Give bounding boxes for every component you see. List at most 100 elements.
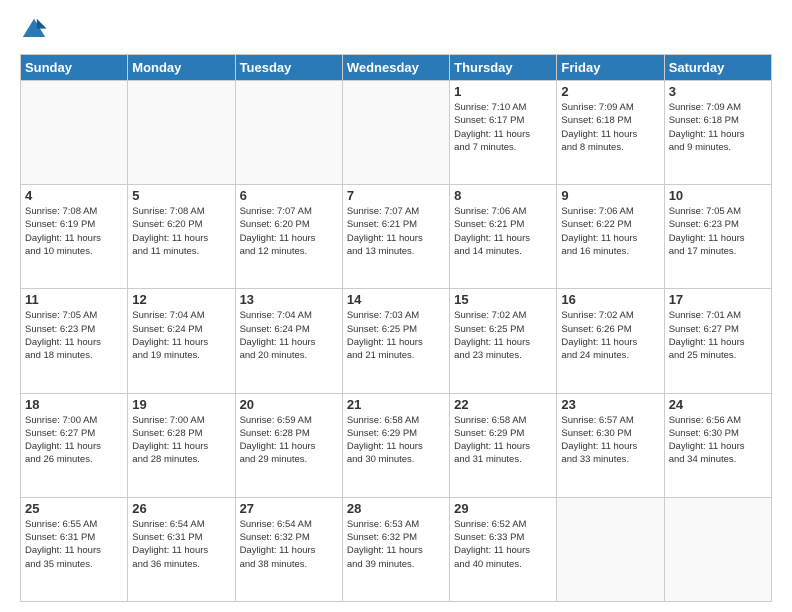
- day-info: Sunrise: 6:58 AM Sunset: 6:29 PM Dayligh…: [347, 414, 445, 467]
- calendar-week-row: 1 Sunrise: 7:10 AM Sunset: 6:17 PM Daylig…: [21, 81, 772, 185]
- day-info: Sunrise: 6:52 AM Sunset: 6:33 PM Dayligh…: [454, 518, 552, 571]
- day-number: 9: [561, 188, 659, 203]
- calendar-day-header: Friday: [557, 55, 664, 81]
- day-number: 25: [25, 501, 123, 516]
- calendar-day-header: Monday: [128, 55, 235, 81]
- calendar-table: SundayMondayTuesdayWednesdayThursdayFrid…: [20, 54, 772, 602]
- table-row: 15 Sunrise: 7:02 AM Sunset: 6:25 PM Dayli…: [450, 289, 557, 393]
- table-row: 5 Sunrise: 7:08 AM Sunset: 6:20 PM Daylig…: [128, 185, 235, 289]
- calendar-week-row: 4Sunrise: 7:08 AM Sunset: 6:19 PM Daylig…: [21, 185, 772, 289]
- day-info: Sunrise: 6:59 AM Sunset: 6:28 PM Dayligh…: [240, 414, 338, 467]
- page-header: [20, 16, 772, 44]
- table-row: 16 Sunrise: 7:02 AM Sunset: 6:26 PM Dayli…: [557, 289, 664, 393]
- day-info: Sunrise: 6:54 AM Sunset: 6:31 PM Dayligh…: [132, 518, 230, 571]
- day-number: 15: [454, 292, 552, 307]
- day-info: Sunrise: 6:55 AM Sunset: 6:31 PM Dayligh…: [25, 518, 123, 571]
- table-row: 25 Sunrise: 6:55 AM Sunset: 6:31 PM Dayli…: [21, 497, 128, 601]
- table-row: 10 Sunrise: 7:05 AM Sunset: 6:23 PM Dayli…: [664, 185, 771, 289]
- table-row: [235, 81, 342, 185]
- day-info: Sunrise: 7:02 AM Sunset: 6:25 PM Dayligh…: [454, 309, 552, 362]
- calendar-day-header: Thursday: [450, 55, 557, 81]
- day-info: Sunrise: 7:03 AM Sunset: 6:25 PM Dayligh…: [347, 309, 445, 362]
- calendar-header-row: SundayMondayTuesdayWednesdayThursdayFrid…: [21, 55, 772, 81]
- table-row: [128, 81, 235, 185]
- day-number: 17: [669, 292, 767, 307]
- table-row: 2 Sunrise: 7:09 AM Sunset: 6:18 PM Daylig…: [557, 81, 664, 185]
- day-info: Sunrise: 7:00 AM Sunset: 6:28 PM Dayligh…: [132, 414, 230, 467]
- day-number: 2: [561, 84, 659, 99]
- day-info: Sunrise: 7:00 AM Sunset: 6:27 PM Dayligh…: [25, 414, 123, 467]
- day-number: 27: [240, 501, 338, 516]
- day-number: 16: [561, 292, 659, 307]
- table-row: 19 Sunrise: 7:00 AM Sunset: 6:28 PM Dayli…: [128, 393, 235, 497]
- table-row: 6 Sunrise: 7:07 AM Sunset: 6:20 PM Daylig…: [235, 185, 342, 289]
- table-row: 26 Sunrise: 6:54 AM Sunset: 6:31 PM Dayli…: [128, 497, 235, 601]
- day-number: 13: [240, 292, 338, 307]
- table-row: 20 Sunrise: 6:59 AM Sunset: 6:28 PM Dayli…: [235, 393, 342, 497]
- day-info: Sunrise: 7:09 AM Sunset: 6:18 PM Dayligh…: [561, 101, 659, 154]
- day-info: Sunrise: 7:01 AM Sunset: 6:27 PM Dayligh…: [669, 309, 767, 362]
- logo: [20, 16, 52, 44]
- day-info: Sunrise: 7:07 AM Sunset: 6:20 PM Dayligh…: [240, 205, 338, 258]
- day-number: 23: [561, 397, 659, 412]
- day-info: Sunrise: 7:09 AM Sunset: 6:18 PM Dayligh…: [669, 101, 767, 154]
- day-number: 8: [454, 188, 552, 203]
- table-row: 22 Sunrise: 6:58 AM Sunset: 6:29 PM Dayli…: [450, 393, 557, 497]
- table-row: 3 Sunrise: 7:09 AM Sunset: 6:18 PM Daylig…: [664, 81, 771, 185]
- calendar-day-header: Wednesday: [342, 55, 449, 81]
- day-number: 10: [669, 188, 767, 203]
- day-info: Sunrise: 6:58 AM Sunset: 6:29 PM Dayligh…: [454, 414, 552, 467]
- day-number: 21: [347, 397, 445, 412]
- table-row: 12Sunrise: 7:04 AM Sunset: 6:24 PM Dayli…: [128, 289, 235, 393]
- table-row: 11 Sunrise: 7:05 AM Sunset: 6:23 PM Dayli…: [21, 289, 128, 393]
- day-number: 29: [454, 501, 552, 516]
- table-row: 17 Sunrise: 7:01 AM Sunset: 6:27 PM Dayli…: [664, 289, 771, 393]
- table-row: [21, 81, 128, 185]
- day-info: Sunrise: 6:54 AM Sunset: 6:32 PM Dayligh…: [240, 518, 338, 571]
- table-row: 13 Sunrise: 7:04 AM Sunset: 6:24 PM Dayli…: [235, 289, 342, 393]
- calendar-week-row: 25 Sunrise: 6:55 AM Sunset: 6:31 PM Dayli…: [21, 497, 772, 601]
- day-number: 18: [25, 397, 123, 412]
- calendar-week-row: 11 Sunrise: 7:05 AM Sunset: 6:23 PM Dayli…: [21, 289, 772, 393]
- calendar-day-header: Sunday: [21, 55, 128, 81]
- table-row: 28 Sunrise: 6:53 AM Sunset: 6:32 PM Dayli…: [342, 497, 449, 601]
- calendar-week-row: 18 Sunrise: 7:00 AM Sunset: 6:27 PM Dayli…: [21, 393, 772, 497]
- day-info: Sunrise: 6:57 AM Sunset: 6:30 PM Dayligh…: [561, 414, 659, 467]
- day-info: Sunrise: 7:05 AM Sunset: 6:23 PM Dayligh…: [669, 205, 767, 258]
- day-number: 28: [347, 501, 445, 516]
- day-number: 19: [132, 397, 230, 412]
- day-info: Sunrise: 7:08 AM Sunset: 6:20 PM Dayligh…: [132, 205, 230, 258]
- day-info: Sunrise: 6:56 AM Sunset: 6:30 PM Dayligh…: [669, 414, 767, 467]
- table-row: 23 Sunrise: 6:57 AM Sunset: 6:30 PM Dayli…: [557, 393, 664, 497]
- table-row: 21 Sunrise: 6:58 AM Sunset: 6:29 PM Dayli…: [342, 393, 449, 497]
- logo-icon: [20, 16, 48, 44]
- table-row: 1 Sunrise: 7:10 AM Sunset: 6:17 PM Daylig…: [450, 81, 557, 185]
- day-number: 11: [25, 292, 123, 307]
- day-number: 12: [132, 292, 230, 307]
- table-row: [664, 497, 771, 601]
- table-row: 4Sunrise: 7:08 AM Sunset: 6:19 PM Daylig…: [21, 185, 128, 289]
- table-row: 29 Sunrise: 6:52 AM Sunset: 6:33 PM Dayli…: [450, 497, 557, 601]
- day-number: 6: [240, 188, 338, 203]
- day-number: 26: [132, 501, 230, 516]
- day-number: 5: [132, 188, 230, 203]
- day-info: Sunrise: 6:53 AM Sunset: 6:32 PM Dayligh…: [347, 518, 445, 571]
- day-number: 24: [669, 397, 767, 412]
- day-number: 22: [454, 397, 552, 412]
- day-number: 7: [347, 188, 445, 203]
- table-row: 24 Sunrise: 6:56 AM Sunset: 6:30 PM Dayli…: [664, 393, 771, 497]
- day-info: Sunrise: 7:05 AM Sunset: 6:23 PM Dayligh…: [25, 309, 123, 362]
- day-number: 20: [240, 397, 338, 412]
- day-info: Sunrise: 7:08 AM Sunset: 6:19 PM Dayligh…: [25, 205, 123, 258]
- day-info: Sunrise: 7:06 AM Sunset: 6:22 PM Dayligh…: [561, 205, 659, 258]
- day-info: Sunrise: 7:07 AM Sunset: 6:21 PM Dayligh…: [347, 205, 445, 258]
- day-number: 1: [454, 84, 552, 99]
- day-info: Sunrise: 7:06 AM Sunset: 6:21 PM Dayligh…: [454, 205, 552, 258]
- table-row: [557, 497, 664, 601]
- day-info: Sunrise: 7:10 AM Sunset: 6:17 PM Dayligh…: [454, 101, 552, 154]
- day-info: Sunrise: 7:04 AM Sunset: 6:24 PM Dayligh…: [240, 309, 338, 362]
- table-row: 8 Sunrise: 7:06 AM Sunset: 6:21 PM Daylig…: [450, 185, 557, 289]
- day-info: Sunrise: 7:02 AM Sunset: 6:26 PM Dayligh…: [561, 309, 659, 362]
- day-number: 3: [669, 84, 767, 99]
- table-row: [342, 81, 449, 185]
